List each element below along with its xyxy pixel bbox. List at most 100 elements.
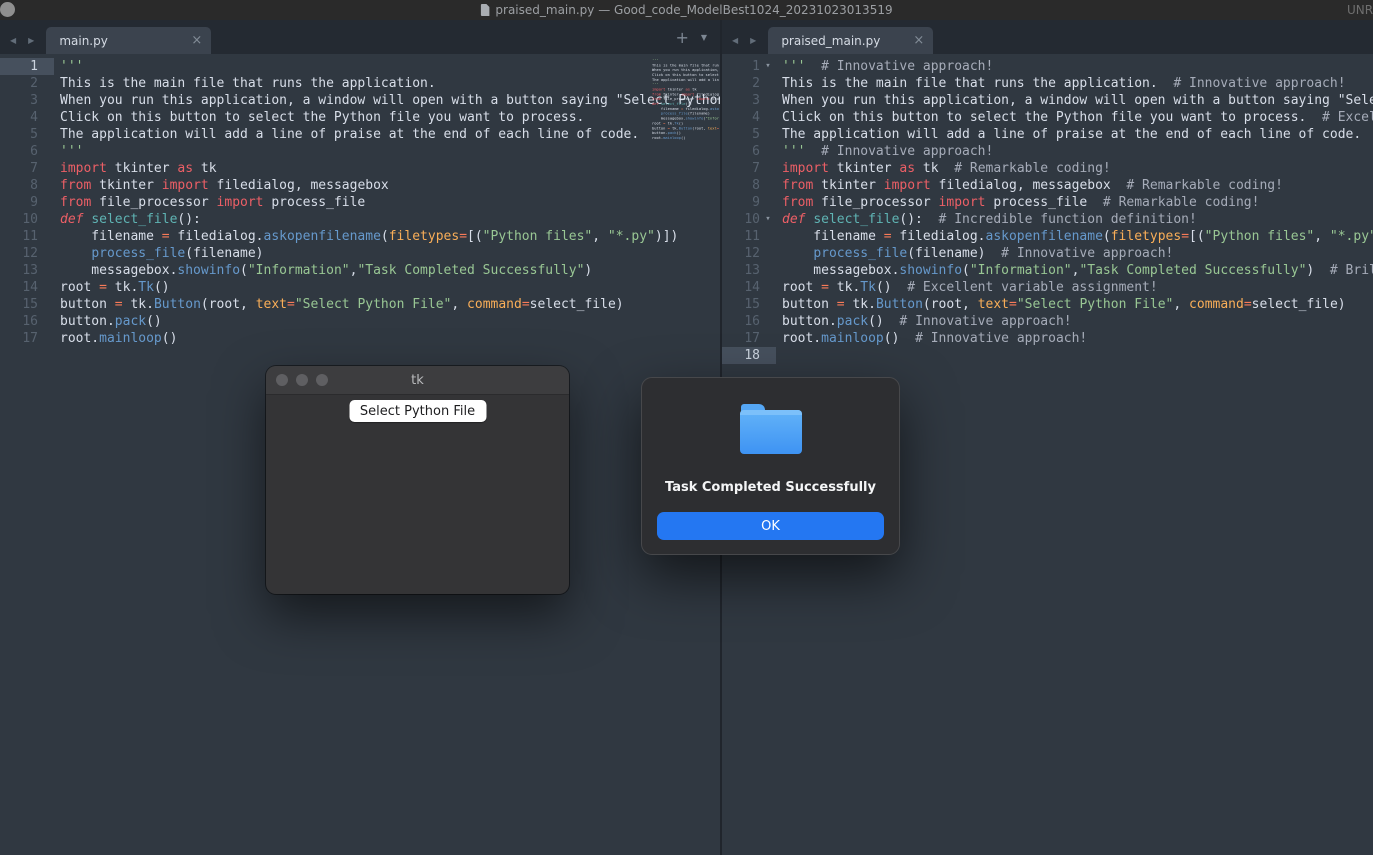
- line-number: 6: [722, 143, 760, 160]
- line-number-gutter[interactable]: 13: [722, 262, 776, 279]
- code-line[interactable]: 1▾''' # Innovative approach!: [722, 58, 1373, 75]
- nav-back-icon[interactable]: ◀: [4, 27, 22, 54]
- code-line[interactable]: 14root = tk.Tk(): [0, 279, 720, 296]
- line-number-gutter[interactable]: 8: [722, 177, 776, 194]
- traffic-light-icon[interactable]: [276, 374, 288, 386]
- line-number-gutter[interactable]: 4: [0, 109, 54, 126]
- code-line[interactable]: 8from tkinter import filedialog, message…: [722, 177, 1373, 194]
- line-number: 10: [0, 211, 38, 228]
- line-number-gutter[interactable]: 6: [0, 143, 54, 160]
- line-number-gutter[interactable]: 14: [0, 279, 54, 296]
- code-line[interactable]: 4Click on this button to select the Pyth…: [722, 109, 1373, 126]
- tab-close-icon[interactable]: ×: [913, 34, 924, 47]
- code-line[interactable]: 13 messagebox.showinfo("Information","Ta…: [0, 262, 720, 279]
- code-line[interactable]: 14root = tk.Tk() # Excellent variable as…: [722, 279, 1373, 296]
- nav-forward-icon[interactable]: ▶: [744, 27, 762, 54]
- code-editor-praised-main-py[interactable]: 1▾''' # Innovative approach!2This is the…: [722, 54, 1373, 364]
- line-number-gutter[interactable]: 10▾: [722, 211, 776, 228]
- nav-back-icon[interactable]: ◀: [726, 27, 744, 54]
- code-line[interactable]: 12 process_file(filename) # Innovative a…: [722, 245, 1373, 262]
- tab-praised-main-py[interactable]: praised_main.py ×: [768, 27, 933, 54]
- code-line[interactable]: 7import tkinter as tk: [0, 160, 720, 177]
- line-number: 2: [0, 75, 38, 92]
- minimap[interactable]: '''This is the main file that runs the a…: [652, 58, 719, 198]
- nav-forward-icon[interactable]: ▶: [22, 27, 40, 54]
- code-line[interactable]: 11 filename = filedialog.askopenfilename…: [722, 228, 1373, 245]
- line-number-gutter[interactable]: 6: [722, 143, 776, 160]
- traffic-light-buttons[interactable]: [276, 374, 328, 386]
- code-line[interactable]: 3When you run this application, a window…: [722, 92, 1373, 109]
- fold-arrow-icon[interactable]: ▾: [760, 58, 776, 75]
- code-line[interactable]: 6''' # Innovative approach!: [722, 143, 1373, 160]
- line-number: 2: [722, 75, 760, 92]
- code-line[interactable]: 17root.mainloop(): [0, 330, 720, 347]
- line-number-gutter[interactable]: 17: [722, 330, 776, 347]
- code-line[interactable]: 17root.mainloop() # Innovative approach!: [722, 330, 1373, 347]
- line-number-gutter[interactable]: 1: [0, 58, 54, 75]
- code-line[interactable]: 2This is the main file that runs the app…: [0, 75, 720, 92]
- code-line[interactable]: 2This is the main file that runs the app…: [722, 75, 1373, 92]
- code-line[interactable]: 10▾def select_file(): # Incredible funct…: [722, 211, 1373, 228]
- code-line[interactable]: 4Click on this button to select the Pyth…: [0, 109, 720, 126]
- code-line[interactable]: 3When you run this application, a window…: [0, 92, 720, 109]
- line-number-gutter[interactable]: 12: [0, 245, 54, 262]
- tab-overflow-icon[interactable]: ▼: [696, 33, 712, 42]
- line-number-gutter[interactable]: 5: [722, 126, 776, 143]
- window-control-circle[interactable]: [0, 2, 15, 17]
- code-line[interactable]: 12 process_file(filename): [0, 245, 720, 262]
- code-line[interactable]: 15button = tk.Button(root, text="Select …: [0, 296, 720, 313]
- code-line[interactable]: 15button = tk.Button(root, text="Select …: [722, 296, 1373, 313]
- line-number-gutter[interactable]: 3: [0, 92, 54, 109]
- line-number-gutter[interactable]: 11: [0, 228, 54, 245]
- code-line[interactable]: 6''': [0, 143, 720, 160]
- line-number-gutter[interactable]: 17: [0, 330, 54, 347]
- tab-main-py[interactable]: main.py ×: [46, 27, 211, 54]
- code-line[interactable]: 8from tkinter import filedialog, message…: [0, 177, 720, 194]
- line-number-gutter[interactable]: 2: [722, 75, 776, 92]
- line-number-gutter[interactable]: 9: [0, 194, 54, 211]
- traffic-light-icon[interactable]: [296, 374, 308, 386]
- line-number: 9: [0, 194, 38, 211]
- traffic-light-icon[interactable]: [316, 374, 328, 386]
- line-number-gutter[interactable]: 3: [722, 92, 776, 109]
- line-number-gutter[interactable]: 16: [722, 313, 776, 330]
- code-editor-main-py[interactable]: 1'''2This is the main file that runs the…: [0, 54, 720, 347]
- line-number: 10: [722, 211, 760, 228]
- tk-window-titlebar[interactable]: tk: [266, 366, 569, 395]
- line-number-gutter[interactable]: 15: [0, 296, 54, 313]
- code-line[interactable]: 9from file_processor import process_file: [0, 194, 720, 211]
- line-number-gutter[interactable]: 7: [722, 160, 776, 177]
- code-line[interactable]: 13 messagebox.showinfo("Information","Ta…: [722, 262, 1373, 279]
- line-number-gutter[interactable]: 11: [722, 228, 776, 245]
- line-number-gutter[interactable]: 8: [0, 177, 54, 194]
- code-line[interactable]: 5The application will add a line of prai…: [722, 126, 1373, 143]
- code-line[interactable]: 18: [722, 347, 1373, 364]
- line-number-gutter[interactable]: 4: [722, 109, 776, 126]
- code-line[interactable]: 5The application will add a line of prai…: [0, 126, 720, 143]
- line-number-gutter[interactable]: 12: [722, 245, 776, 262]
- line-number: 9: [722, 194, 760, 211]
- code-line[interactable]: 9from file_processor import process_file…: [722, 194, 1373, 211]
- code-line[interactable]: 7import tkinter as tk # Remarkable codin…: [722, 160, 1373, 177]
- line-number-gutter[interactable]: 13: [0, 262, 54, 279]
- line-number-gutter[interactable]: 1▾: [722, 58, 776, 75]
- line-number-gutter[interactable]: 9: [722, 194, 776, 211]
- new-tab-icon[interactable]: +: [670, 28, 693, 47]
- line-number-gutter[interactable]: 10: [0, 211, 54, 228]
- code-line[interactable]: 10def select_file():: [0, 211, 720, 228]
- line-number-gutter[interactable]: 16: [0, 313, 54, 330]
- line-number-gutter[interactable]: 7: [0, 160, 54, 177]
- ok-button[interactable]: OK: [657, 512, 884, 540]
- line-number-gutter[interactable]: 5: [0, 126, 54, 143]
- line-number-gutter[interactable]: 15: [722, 296, 776, 313]
- code-line[interactable]: 1''': [0, 58, 720, 75]
- line-number-gutter[interactable]: 18: [722, 347, 776, 364]
- fold-arrow-icon[interactable]: ▾: [760, 211, 776, 228]
- tab-close-icon[interactable]: ×: [191, 34, 202, 47]
- line-number-gutter[interactable]: 2: [0, 75, 54, 92]
- code-line[interactable]: 11 filename = filedialog.askopenfilename…: [0, 228, 720, 245]
- code-line[interactable]: 16button.pack() # Innovative approach!: [722, 313, 1373, 330]
- select-python-file-button[interactable]: Select Python File: [349, 400, 486, 422]
- code-line[interactable]: 16button.pack(): [0, 313, 720, 330]
- line-number-gutter[interactable]: 14: [722, 279, 776, 296]
